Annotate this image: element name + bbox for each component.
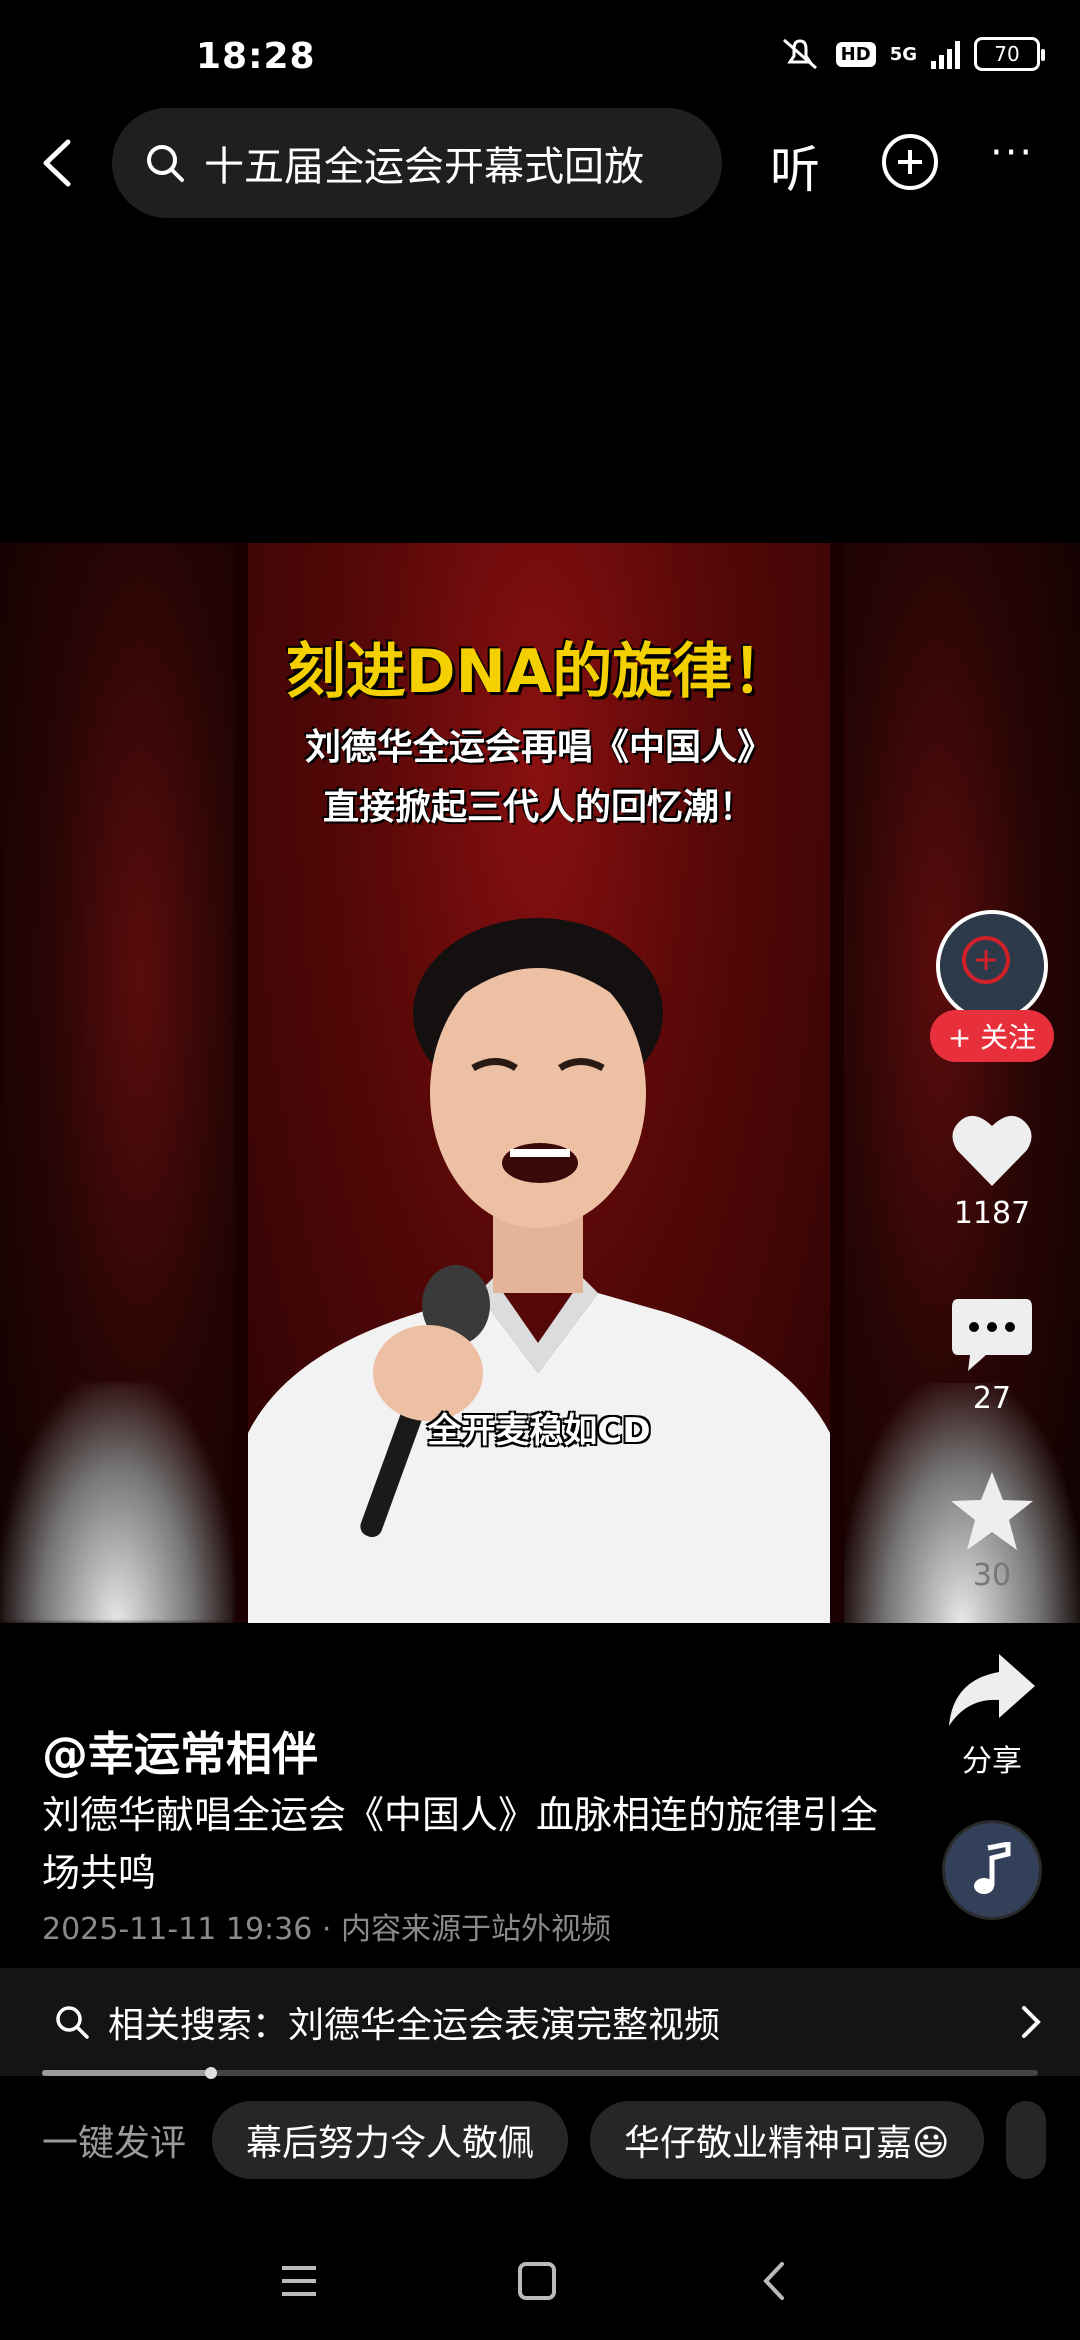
battery-level: 70 [994,42,1020,66]
quick-comment-chip-partial[interactable] [1005,2101,1046,2179]
video-frame: 刻进DNA的旋律！ 刘德华全运会再唱《中国人》 直接掀起三代人的回忆潮！ 全开麦… [248,543,830,1623]
plus-circle-icon [882,134,938,190]
video-progress-bar[interactable] [42,2067,1038,2079]
video-caption-title: 刻进DNA的旋律！ [285,637,793,707]
search-icon [56,2006,89,2039]
search-query: 十五届全运会开幕式回放 [204,144,644,190]
post-meta: 2025-11-11 19:36 · 内容来源于站外视频 [42,1912,611,1947]
share-arrow-icon [949,1654,1035,1726]
status-time: 18:28 [196,36,316,77]
more-button[interactable]: ··· [990,130,1034,176]
related-search-bar[interactable]: 相关搜索：刘德华全运会表演完整视频 [0,1968,1080,2076]
follow-button[interactable]: + 关注 [930,1010,1054,1062]
video-caption-line3: 直接掀起三代人的回忆潮！ [322,787,755,828]
like-count: 1187 [953,1196,1031,1231]
quick-comment-label: 一键发评 [42,2123,187,2164]
quick-comment-chip[interactable]: 华仔敬业精神可嘉😃 [590,2101,984,2179]
follow-label: + 关注 [947,1021,1037,1054]
mute-bell-icon [782,38,817,70]
comment-bubble-icon [952,1299,1032,1371]
system-nav-bar [0,2220,1080,2340]
share-label: 分享 [962,1744,1022,1779]
status-bar: 18:28 HD 5G 70 [0,0,1080,110]
avatar-image [940,914,1044,1018]
search-icon [147,145,184,182]
hd-badge: HD [835,41,876,67]
quick-comment-row: 一键发评 幕后努力令人敬佩 华仔敬业精神可嘉😃 [0,2098,1080,2182]
battery-icon: 70 [974,37,1045,71]
signal-icon [931,39,960,69]
home-icon[interactable] [514,2258,560,2304]
like-button[interactable]: 1187 [930,1110,1054,1231]
video-player[interactable]: 刻进DNA的旋律！ 刘德华全运会再唱《中国人》 直接掀起三代人的回忆潮！ 全开麦… [0,543,1080,1623]
favorite-count: 30 [972,1558,1012,1593]
author-name[interactable]: @幸运常相伴 [42,1718,318,1784]
chevron-left-icon [43,139,71,187]
video-progress-knob[interactable] [205,2067,218,2079]
favorite-button[interactable]: 30 [930,1470,1054,1593]
avatar[interactable] [936,910,1048,1022]
comment-button[interactable]: 27 [930,1295,1054,1416]
comment-count: 27 [972,1381,1012,1416]
related-search-text: 相关搜索：刘德华全运会表演完整视频 [108,2005,721,2046]
video-blur-right [844,543,1080,1623]
post-description: 刘德华献唱全运会《中国人》血脉相连的旋律引全场共鸣 [42,1793,879,1895]
listen-button[interactable]: 听 [770,130,820,202]
add-button[interactable] [878,130,942,194]
back-button[interactable] [24,128,94,198]
top-nav: 十五届全运会开幕式回放 听 ··· [0,108,1080,220]
video-progress-fill [42,2070,212,2076]
search-bar[interactable]: 十五届全运会开幕式回放 [112,108,722,218]
video-subtitle: 全开麦稳如CD [427,1411,651,1451]
music-disc[interactable] [942,1820,1042,1920]
back-nav-icon[interactable] [752,2258,798,2304]
video-caption-line2: 刘德华全运会再唱《中国人》 [304,727,773,768]
star-icon [951,1472,1033,1550]
heart-icon [952,1115,1032,1186]
status-icons: HD 5G 70 [778,36,1045,72]
menu-icon[interactable] [276,2258,322,2304]
video-blur-left [0,543,234,1623]
chevron-right-icon [1022,2006,1041,2038]
network-label: 5G [889,43,917,65]
performer-image [248,918,830,1623]
quick-comment-chip[interactable]: 幕后努力令人敬佩 [212,2101,569,2179]
music-note-icon [974,1842,1011,1894]
share-button[interactable]: 分享 [930,1650,1054,1780]
